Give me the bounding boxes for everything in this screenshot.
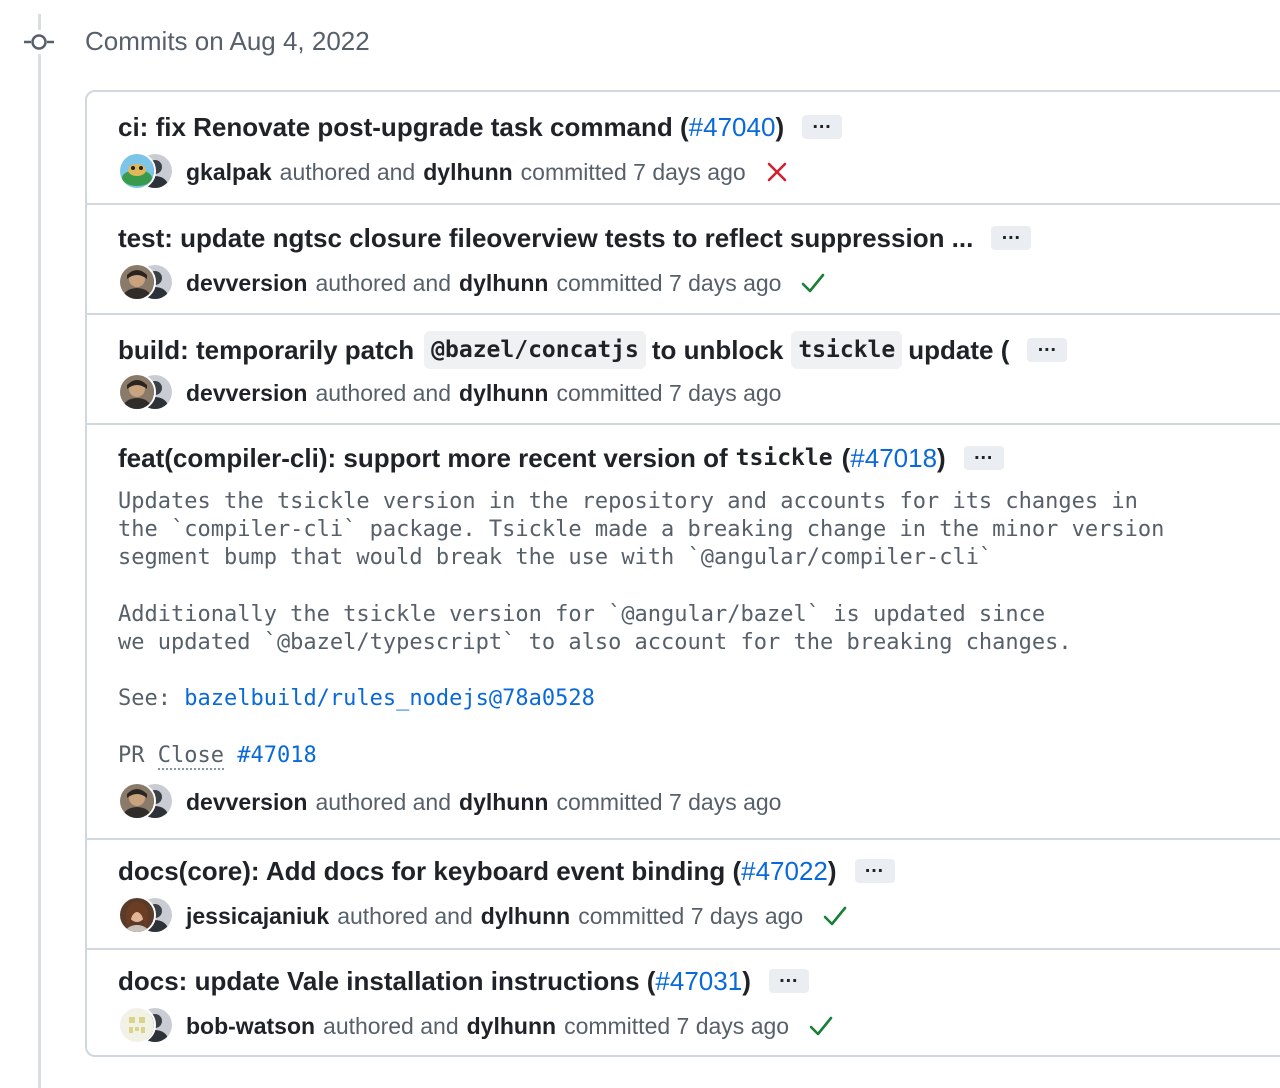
- commit-message-link[interactable]: test: update ngtsc closure fileoverview …: [118, 221, 973, 255]
- avatar-stack[interactable]: [118, 1006, 176, 1046]
- commit-message-suffix[interactable]: ): [742, 964, 751, 998]
- committer-link[interactable]: dylhunn: [459, 268, 548, 298]
- authored-text: authored and: [323, 1013, 459, 1039]
- issue-link[interactable]: #47018: [237, 743, 316, 768]
- author-link[interactable]: devversion: [186, 378, 307, 408]
- author-avatar[interactable]: [118, 263, 156, 301]
- commit-item: build: temporarily patch @bazel/concatjs…: [87, 313, 1280, 423]
- author-avatar[interactable]: [118, 373, 156, 411]
- commit-reference-link[interactable]: bazelbuild/rules_nodejs@78a0528: [184, 686, 595, 711]
- commit-message-suffix[interactable]: ): [937, 441, 946, 475]
- commit-message-link[interactable]: feat(compiler-cli): support more recent …: [118, 441, 728, 475]
- commit-meta: gkalpak authored and dylhunn committed 7…: [118, 152, 788, 192]
- description-line: Additionally the tsickle version for `@a…: [118, 601, 1046, 627]
- committed-time: committed 7 days ago: [556, 270, 782, 296]
- expand-message-button[interactable]: …: [991, 223, 1032, 250]
- commit-meta: devversion authored and dylhunn committe…: [118, 782, 789, 822]
- collapse-message-button[interactable]: …: [963, 443, 1004, 470]
- committer-link[interactable]: dylhunn: [459, 787, 548, 817]
- committer-link[interactable]: dylhunn: [459, 378, 548, 408]
- pr-link[interactable]: #47031: [655, 964, 742, 998]
- expand-message-button[interactable]: …: [854, 856, 895, 883]
- commit-group-header: Commits on Aug 4, 2022: [85, 26, 370, 56]
- description-line: we updated `@bazel/typescript` to also a…: [118, 630, 1072, 656]
- commit-meta: devversion authored and dylhunn committe…: [118, 373, 789, 413]
- avatar-stack[interactable]: [118, 896, 176, 936]
- commit-message-link[interactable]: to unblock: [652, 333, 783, 367]
- code-span[interactable]: tsickle: [791, 331, 903, 369]
- expand-message-button[interactable]: …: [802, 112, 843, 139]
- authored-text: authored and: [315, 380, 452, 406]
- commit-title[interactable]: build: temporarily patch @bazel/concatjs…: [118, 331, 1068, 369]
- expand-message-button[interactable]: …: [768, 966, 809, 993]
- commit-message-link[interactable]: docs(core): Add docs for keyboard event …: [118, 854, 741, 888]
- committed-time: committed 7 days ago: [578, 903, 804, 929]
- authored-text: authored and: [315, 789, 452, 815]
- author-link[interactable]: jessicajaniuk: [186, 901, 329, 931]
- code-span[interactable]: @bazel/concatjs: [424, 331, 646, 369]
- commit-meta: jessicajaniuk authored and dylhunn commi…: [118, 896, 847, 936]
- avatar-stack[interactable]: [118, 152, 176, 192]
- close-keyword[interactable]: Close: [157, 742, 224, 770]
- check-icon[interactable]: [809, 1015, 833, 1037]
- author-link[interactable]: gkalpak: [186, 157, 272, 187]
- commit-item: feat(compiler-cli): support more recent …: [87, 423, 1280, 838]
- commit-title[interactable]: ci: fix Renovate post-upgrade task comma…: [118, 110, 843, 144]
- commit-meta: devversion authored and dylhunn committe…: [118, 263, 825, 303]
- author-avatar[interactable]: [118, 782, 156, 820]
- check-icon[interactable]: [801, 272, 825, 294]
- commit-message-link[interactable]: update (: [908, 333, 1009, 367]
- commit-message-link[interactable]: docs: update Vale installation instructi…: [118, 964, 655, 998]
- committed-time: committed 7 days ago: [556, 789, 782, 815]
- pr-link[interactable]: #47040: [689, 110, 776, 144]
- commit-list: ci: fix Renovate post-upgrade task comma…: [85, 90, 1280, 1057]
- committed-time: committed 7 days ago: [564, 1013, 790, 1039]
- authored-text: authored and: [279, 159, 416, 185]
- x-icon[interactable]: [766, 161, 788, 183]
- see-label: See:: [118, 686, 185, 712]
- author-avatar[interactable]: [118, 896, 156, 934]
- avatar-stack[interactable]: [118, 263, 176, 303]
- committed-time: committed 7 days ago: [520, 159, 746, 185]
- description-line: Updates the tsickle version in the repos…: [118, 489, 1138, 514]
- commit-title[interactable]: docs(core): Add docs for keyboard event …: [118, 854, 895, 888]
- authored-text: authored and: [315, 270, 452, 296]
- avatar-stack[interactable]: [118, 782, 176, 822]
- commit-title[interactable]: docs: update Vale installation instructi…: [118, 964, 809, 998]
- authored-text: authored and: [337, 903, 473, 929]
- description-line: segment bump that would break the use wi…: [118, 545, 993, 571]
- avatar-stack[interactable]: [118, 373, 176, 413]
- author-link[interactable]: bob-watson: [186, 1011, 315, 1041]
- check-icon[interactable]: [823, 905, 847, 927]
- commit-meta: bob-watson authored and dylhunn committe…: [118, 1006, 833, 1046]
- commit-title[interactable]: test: update ngtsc closure fileoverview …: [118, 221, 1032, 255]
- author-avatar[interactable]: [118, 152, 156, 190]
- commit-message-suffix[interactable]: ): [828, 854, 837, 888]
- committer-link[interactable]: dylhunn: [423, 157, 512, 187]
- commit-message-link[interactable]: ci: fix Renovate post-upgrade task comma…: [118, 110, 689, 144]
- pr-link[interactable]: #47022: [741, 854, 828, 888]
- commit-title[interactable]: feat(compiler-cli): support more recent …: [118, 441, 1004, 475]
- author-avatar[interactable]: [118, 1006, 156, 1044]
- commit-item: docs(core): Add docs for keyboard event …: [87, 838, 1280, 948]
- committed-time: committed 7 days ago: [556, 380, 782, 406]
- expand-message-button[interactable]: …: [1027, 335, 1068, 362]
- commit-item: test: update ngtsc closure fileoverview …: [87, 203, 1280, 313]
- commit-description: Updates the tsickle version in the repos…: [118, 488, 1164, 770]
- committer-link[interactable]: dylhunn: [481, 901, 570, 931]
- timeline-line: [38, 14, 41, 1088]
- code-span[interactable]: tsickle: [736, 441, 833, 475]
- description-line: the `compiler-cli` package. Tsickle made…: [118, 517, 1165, 543]
- commit-item: ci: fix Renovate post-upgrade task comma…: [87, 92, 1280, 203]
- author-link[interactable]: devversion: [186, 787, 307, 817]
- commit-message-link[interactable]: (: [842, 441, 851, 475]
- commit-message-suffix[interactable]: ): [775, 110, 784, 144]
- author-link[interactable]: devversion: [186, 268, 307, 298]
- pr-link[interactable]: #47018: [850, 441, 937, 475]
- committer-link[interactable]: dylhunn: [467, 1011, 556, 1041]
- commit-message-link[interactable]: build: temporarily patch: [118, 333, 414, 367]
- git-commit-icon: [22, 30, 56, 54]
- pr-label: PR: [118, 742, 145, 768]
- commit-item: docs: update Vale installation instructi…: [87, 948, 1280, 1055]
